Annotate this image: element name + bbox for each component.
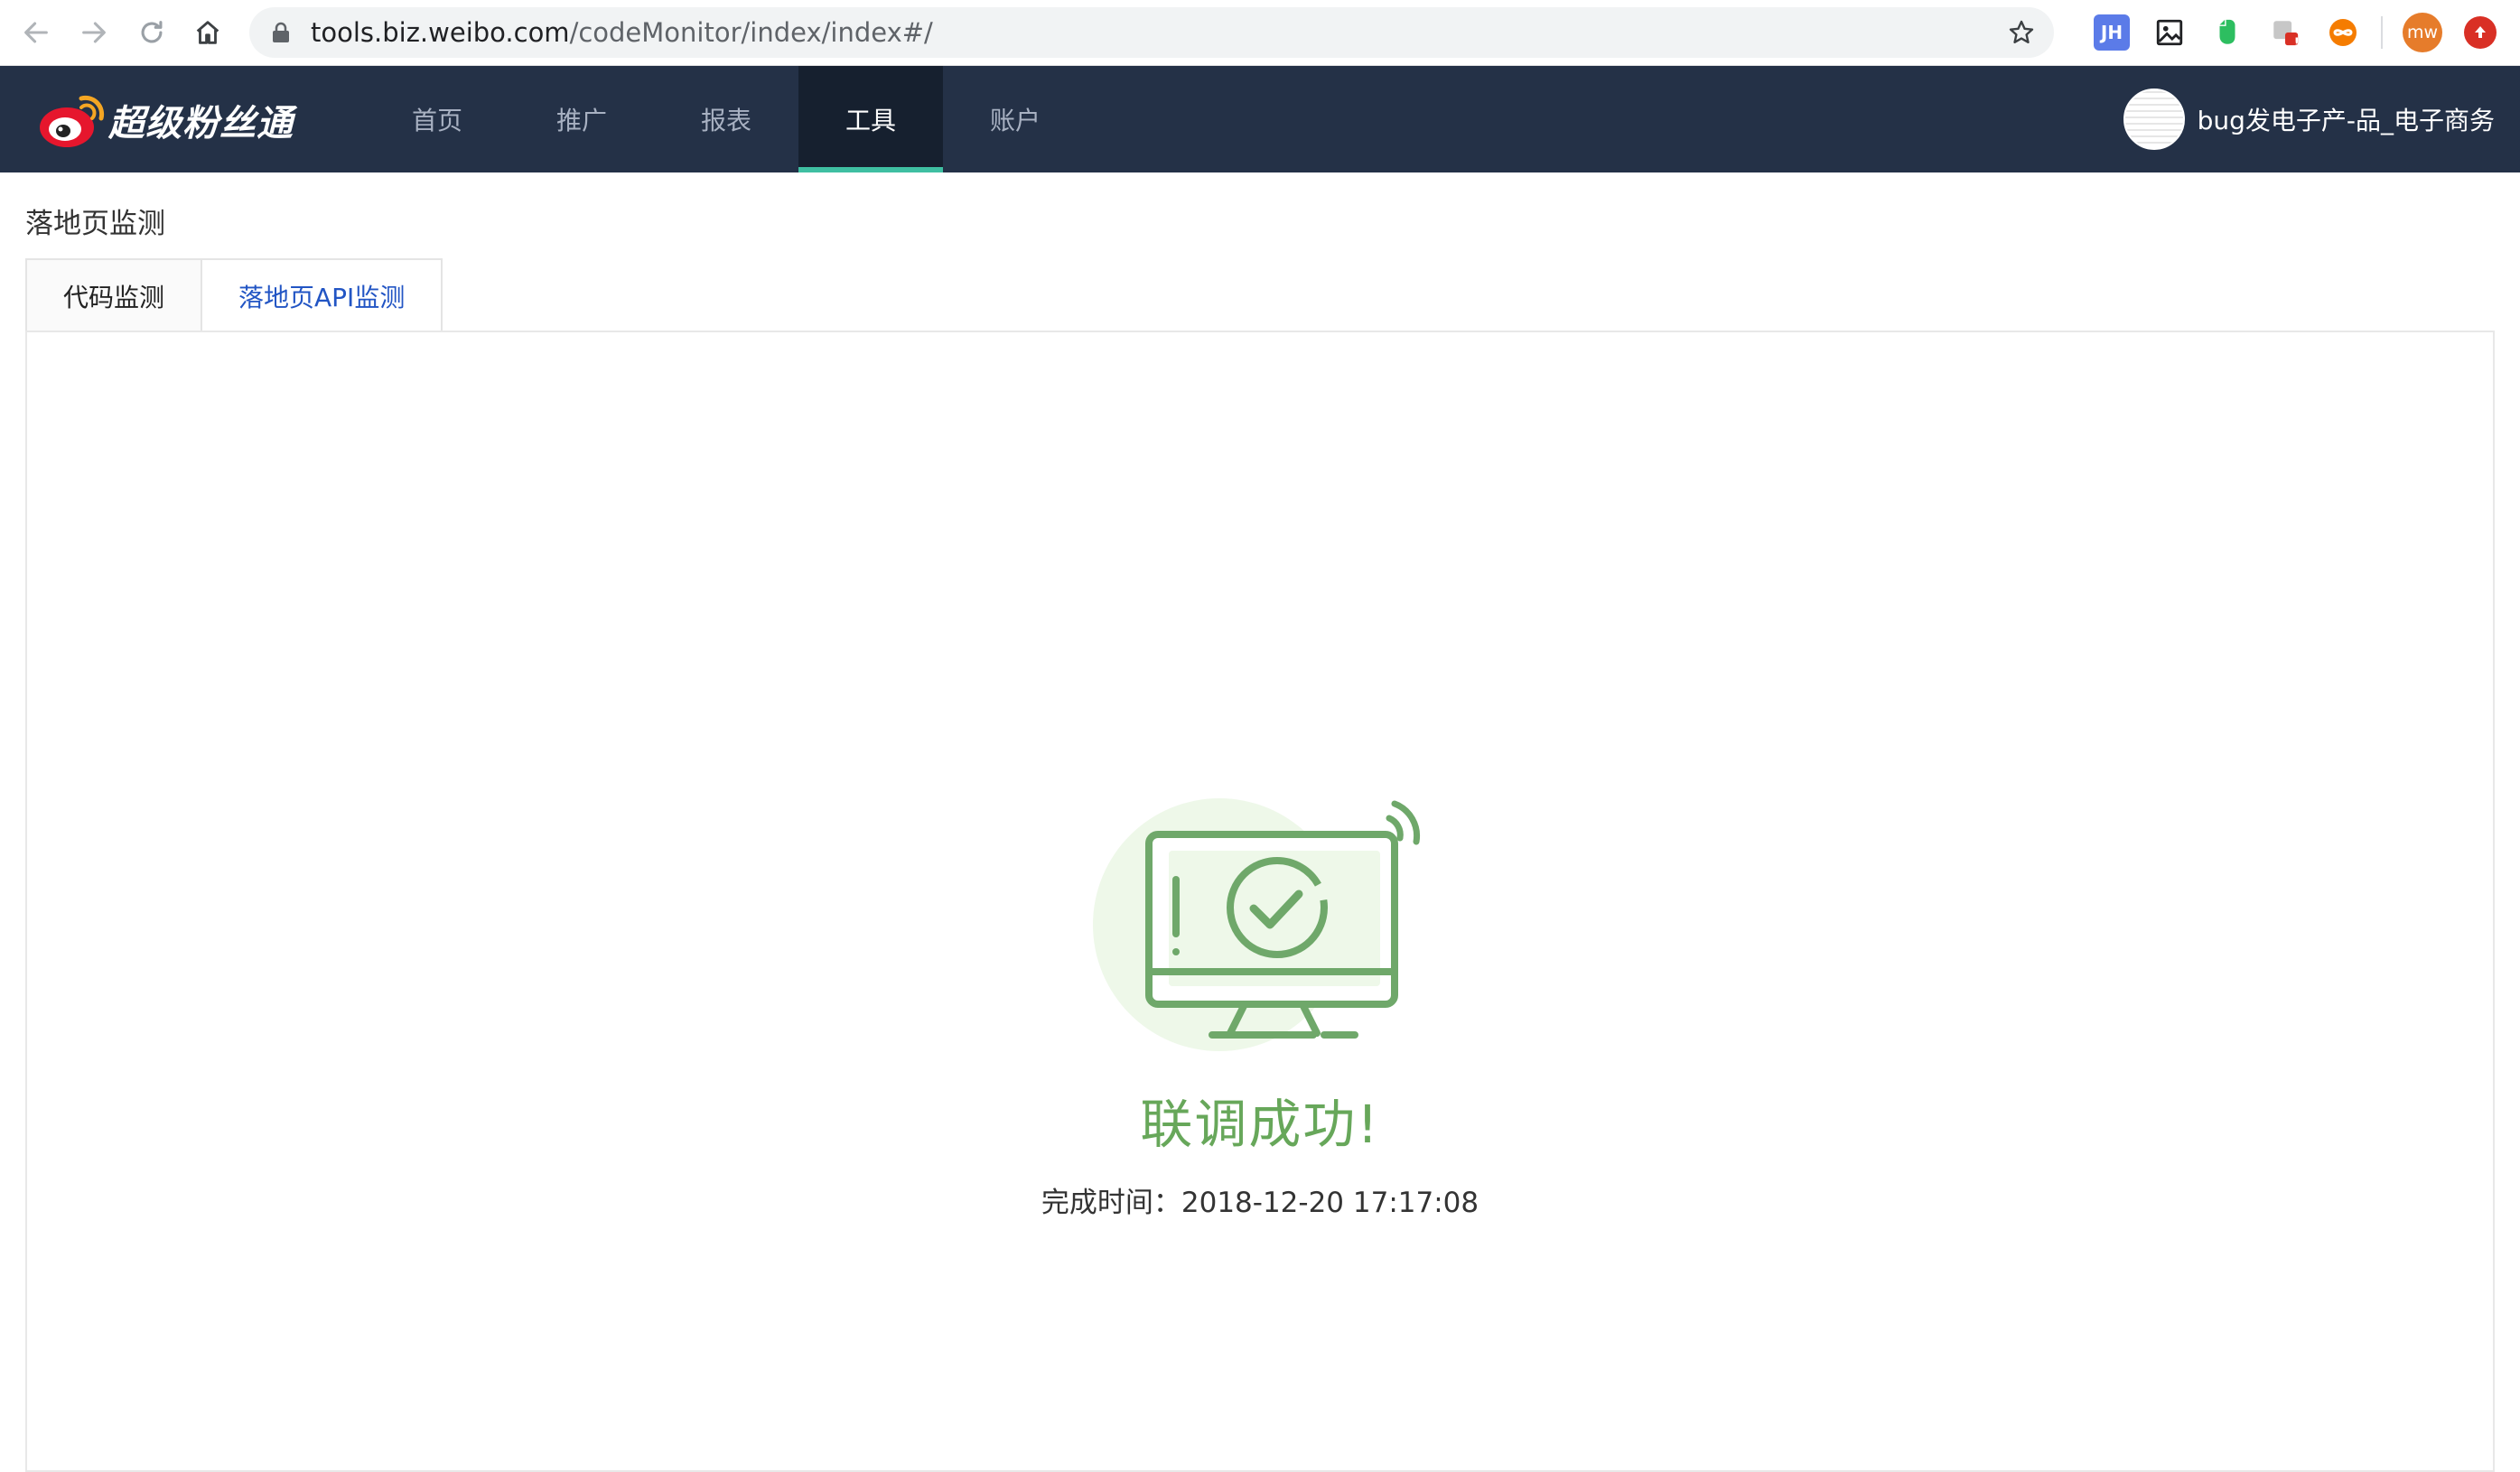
finish-time: 完成时间：2018-12-20 17:17:08: [0, 1179, 2520, 1220]
reload-icon[interactable]: [132, 13, 172, 52]
weibo-logo[interactable]: 超级粉丝通: [36, 86, 294, 154]
nav-item-home[interactable]: 首页: [365, 66, 509, 172]
nav-item-reports[interactable]: 报表: [654, 66, 798, 172]
success-title: 联调成功!: [1140, 1094, 1380, 1155]
browser-toolbar: tools.biz.weibo.com/codeMonitor/index/in…: [0, 0, 2520, 66]
monitor-tabs: 代码监测 落地页API监测: [25, 258, 443, 332]
logo-text: 超级粉丝通: [108, 103, 294, 144]
avatar: [2123, 89, 2185, 150]
nav-item-tools[interactable]: 工具: [798, 66, 943, 172]
site-navbar: 超级粉丝通 首页 推广 报表 工具 账户 bug发电子产-品_电子商务: [0, 66, 2520, 172]
nav-item-account[interactable]: 账户: [943, 66, 1087, 172]
monitor-success-icon: [1093, 798, 1421, 1051]
puzzle-extension-icon[interactable]: !: [2267, 14, 2303, 51]
toolbar-separator: [2381, 16, 2383, 49]
url-host: tools.biz.weibo.com: [311, 17, 570, 48]
user-menu[interactable]: bug发电子产-品_电子商务: [2123, 66, 2495, 172]
finish-time-value: 2018-12-20 17:17:08: [1181, 1187, 1479, 1219]
bookmark-star-icon[interactable]: [2007, 18, 2036, 47]
back-icon[interactable]: [16, 13, 56, 52]
url-path: /codeMonitor/index/index#/: [569, 17, 933, 48]
profile-avatar-icon[interactable]: mw: [2403, 13, 2442, 52]
infinity-extension-icon[interactable]: [2325, 14, 2361, 51]
home-icon[interactable]: [188, 13, 228, 52]
evernote-icon[interactable]: [2209, 14, 2245, 51]
weibo-logo-icon: [40, 95, 105, 147]
nav-item-promotion[interactable]: 推广: [509, 66, 654, 172]
tab-landing-api-monitor[interactable]: 落地页API监测: [202, 258, 443, 332]
jh-extension-icon[interactable]: JH: [2094, 14, 2130, 51]
forward-icon[interactable]: [74, 13, 114, 52]
finish-time-label: 完成时间：: [1041, 1187, 1181, 1219]
address-bar[interactable]: tools.biz.weibo.com/codeMonitor/index/in…: [249, 7, 2054, 58]
lock-icon: [273, 22, 289, 42]
url-text[interactable]: tools.biz.weibo.com/codeMonitor/index/in…: [311, 7, 933, 58]
user-name: bug发电子产-品_电子商务: [2197, 106, 2495, 135]
upload-extension-icon[interactable]: [2464, 16, 2497, 49]
tab-code-monitor[interactable]: 代码监测: [25, 258, 203, 332]
image-extension-icon[interactable]: [2151, 14, 2188, 51]
page-title: 落地页监测: [25, 208, 165, 240]
